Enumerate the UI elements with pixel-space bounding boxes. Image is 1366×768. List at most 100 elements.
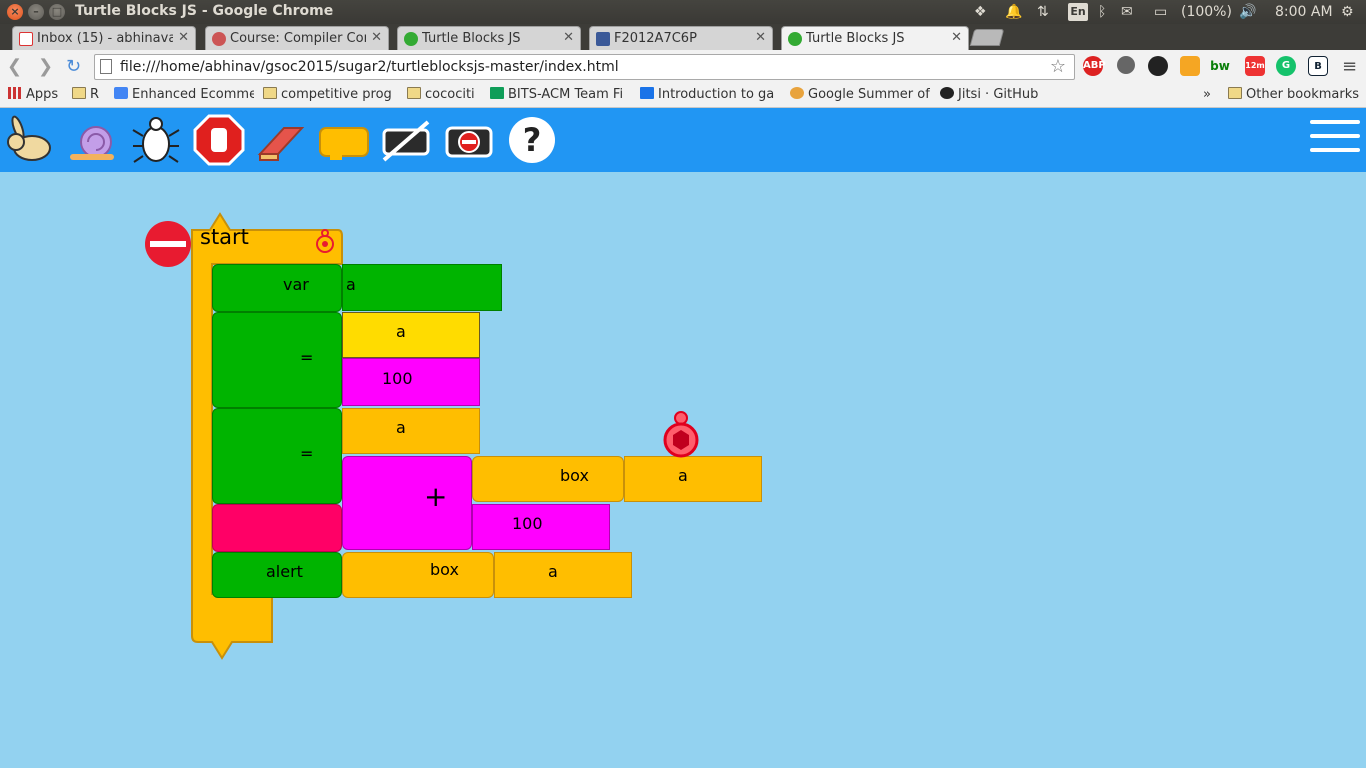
bluetooth-icon[interactable]: ᛒ (1098, 3, 1106, 21)
box-1-value: a (678, 466, 688, 485)
tab-facebook[interactable]: F2012A7C6P ✕ (589, 26, 773, 50)
bookmark-label: Enhanced Ecomme (132, 87, 254, 102)
grammarly-icon[interactable]: G (1276, 56, 1296, 76)
timer-extension-icon[interactable]: 12m (1245, 56, 1265, 76)
bookmark-star-icon[interactable]: ☆ (1050, 56, 1066, 77)
var-label: var (283, 275, 309, 294)
box-2-value-block[interactable] (494, 552, 632, 598)
eyedropper-icon[interactable] (1117, 56, 1135, 74)
assign-block-1[interactable] (212, 312, 342, 408)
new-tab-button[interactable] (969, 29, 1005, 46)
clock[interactable]: 8:00 AM (1275, 3, 1333, 21)
bookmarks-overflow-button[interactable]: » (1203, 87, 1211, 105)
svg-text:?: ? (523, 121, 542, 159)
run-fast-icon[interactable] (4, 114, 56, 166)
battery-icon[interactable]: ▭ (1154, 3, 1167, 21)
bookmark-competitive-prog[interactable]: competitive prog (263, 87, 399, 105)
address-url[interactable]: file:///home/abhinav/gsoc2015/sugar2/tur… (120, 59, 619, 75)
turtle-favicon-icon (404, 32, 418, 46)
dropbox-icon[interactable]: ❖ (974, 3, 987, 21)
tab-course[interactable]: Course: Compiler Con ✕ (205, 26, 389, 50)
folder-icon (263, 87, 277, 99)
box-block-2[interactable] (342, 552, 494, 598)
bookmark-cocociti[interactable]: cocociti (407, 87, 475, 105)
turtle-toolbar: ? (0, 108, 1366, 172)
keyboard-layout-indicator[interactable]: En (1068, 3, 1088, 21)
bookmark-r[interactable]: R (72, 87, 99, 105)
os-top-panel: × – □ Turtle Blocks JS - Google Chrome ❖… (0, 0, 1366, 24)
start-label: start (200, 225, 249, 249)
bookmark-bits-acm[interactable]: BITS-ACM Team Fi (490, 87, 630, 105)
close-icon[interactable]: ✕ (563, 30, 574, 45)
back-arrow-icon[interactable]: ❮ (7, 56, 22, 77)
github-icon (940, 87, 954, 99)
close-icon[interactable]: ✕ (178, 30, 189, 45)
assign-2-name-block[interactable] (342, 408, 480, 454)
var-value-block[interactable] (342, 264, 502, 311)
folder-icon (407, 87, 421, 99)
window-minimize-button[interactable]: – (28, 4, 44, 20)
bookmark-label: competitive prog (281, 87, 392, 102)
box-block-1[interactable] (472, 456, 624, 502)
bookmark-other[interactable]: Other bookmarks (1228, 87, 1359, 105)
forward-arrow-icon[interactable]: ❯ (38, 56, 53, 77)
close-icon[interactable]: ✕ (755, 30, 766, 45)
battery-percent: (100%) (1181, 4, 1232, 20)
browser-toolbar: ❮ ❯ ↻ file:///home/abhinav/gsoc2015/suga… (0, 50, 1366, 84)
block-canvas[interactable]: start var a = a 100 = a + box a 100 aler… (0, 172, 1366, 768)
reload-icon[interactable]: ↻ (66, 56, 81, 77)
assign-block-2[interactable] (212, 408, 342, 504)
main-menu-icon[interactable] (1310, 120, 1360, 160)
adblock-icon[interactable]: ABP (1083, 56, 1106, 76)
plus-block[interactable] (342, 456, 472, 550)
network-icon[interactable]: ⇅ (1037, 3, 1049, 21)
debug-step-icon[interactable] (130, 114, 182, 166)
hide-blocks-icon[interactable] (380, 114, 432, 166)
help-icon[interactable]: ? (506, 114, 558, 166)
window-close-button[interactable]: × (7, 4, 23, 20)
bookmark-gsoc[interactable]: Google Summer of (790, 87, 930, 105)
tab-turtle-blocks-1[interactable]: Turtle Blocks JS ✕ (397, 26, 581, 50)
bookmark-apps[interactable]: Apps (8, 87, 58, 105)
bookmark-label: BITS-ACM Team Fi (508, 87, 624, 102)
stop-icon[interactable] (193, 114, 245, 166)
close-icon[interactable]: ✕ (371, 30, 382, 45)
clear-icon[interactable] (254, 114, 306, 166)
bookmark-label: Apps (26, 87, 59, 102)
bookmark-enhanced-ecommerce[interactable]: Enhanced Ecomme (114, 87, 254, 105)
bookmark-intro-games[interactable]: Introduction to ga (640, 87, 780, 105)
window-maximize-button[interactable]: □ (49, 4, 65, 20)
collapse-blocks-icon[interactable] (443, 114, 495, 166)
address-bar[interactable]: file:///home/abhinav/gsoc2015/sugar2/tur… (94, 54, 1075, 80)
turtle-sprite-icon[interactable] (658, 408, 704, 458)
notification-bell-icon[interactable]: 🔔 (1005, 3, 1022, 21)
box-extension-icon[interactable] (1180, 56, 1200, 76)
bookmark-label: Other bookmarks (1246, 87, 1360, 102)
apps-grid-icon (8, 87, 22, 99)
run-slow-icon[interactable] (66, 114, 118, 166)
assign-1-name-block[interactable] (342, 312, 480, 358)
box-1-label: box (560, 466, 589, 485)
bw-extension-icon[interactable]: bw (1210, 56, 1230, 76)
soccer-ball-icon[interactable] (1148, 56, 1168, 76)
close-icon[interactable]: ✕ (951, 30, 962, 45)
course-icon (212, 32, 226, 46)
mail-icon[interactable]: ✉ (1121, 3, 1133, 21)
box-2-value: a (548, 562, 558, 581)
tab-gmail[interactable]: Inbox (15) - abhinavan ✕ (12, 26, 196, 50)
var-block[interactable] (212, 264, 342, 312)
assign-1-label: = (300, 348, 314, 367)
bookmark-jitsi-github[interactable]: Jitsi · GitHub (940, 87, 1038, 105)
plus-label: + (424, 480, 448, 513)
b-extension-icon[interactable]: B (1308, 56, 1328, 76)
analytics-icon (114, 87, 128, 99)
settings-gear-icon[interactable]: ⚙ (1341, 3, 1354, 21)
volume-icon[interactable]: 🔊 (1239, 3, 1256, 21)
collapsed-block[interactable] (212, 504, 342, 552)
tab-turtle-blocks-active[interactable]: Turtle Blocks JS ✕ (781, 26, 969, 51)
tab-label: Inbox (15) - abhinavan (37, 31, 173, 46)
palette-icon[interactable] (318, 114, 370, 166)
chrome-menu-icon[interactable]: ≡ (1342, 56, 1357, 77)
collapse-stack-icon[interactable] (144, 220, 192, 268)
box-1-value-block[interactable] (624, 456, 762, 502)
